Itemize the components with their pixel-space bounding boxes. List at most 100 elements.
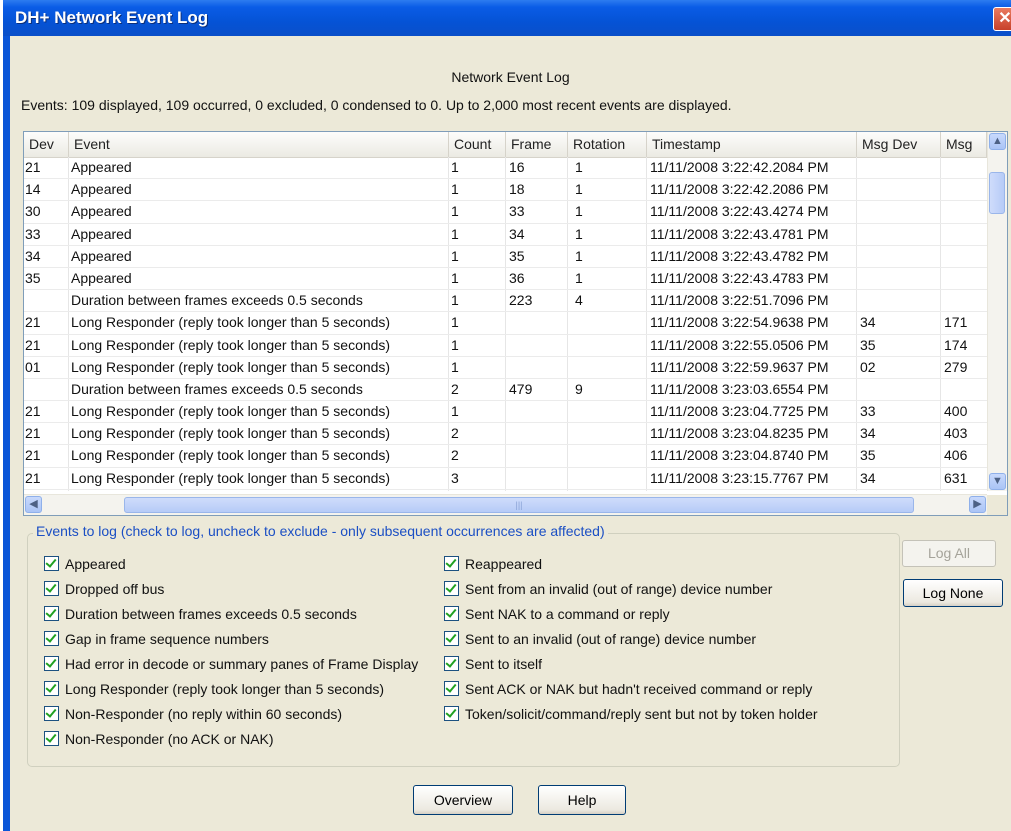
cell-timestamp: 11/11/2008 3:22:43.4783 PM xyxy=(650,269,829,286)
checkbox-sent-to-itself[interactable]: Sent to itself xyxy=(444,655,542,675)
list-body: 21 Appeared 1 16 1 11/11/2008 3:22:42.20… xyxy=(24,157,987,490)
cell-event: Long Responder (reply took longer than 5… xyxy=(71,358,391,375)
checkbox-checked-icon[interactable] xyxy=(444,706,459,721)
table-row[interactable]: 21 Long Responder (reply took longer tha… xyxy=(24,468,987,490)
column-header-msg[interactable]: Msg xyxy=(941,132,987,157)
scroll-right-button[interactable]: ▶ xyxy=(969,496,986,513)
cell-msg-dev: 35 xyxy=(860,447,876,464)
vertical-scroll-thumb[interactable] xyxy=(989,172,1005,214)
cell-frame: 33 xyxy=(509,203,525,220)
checkbox-checked-icon[interactable] xyxy=(444,681,459,696)
checkbox-token-sent-not-by-holder[interactable]: Token/solicit/command/reply sent but not… xyxy=(444,705,818,725)
cell-timestamp: 11/11/2008 3:22:51.7096 PM xyxy=(650,292,829,309)
cell-msg: 279 xyxy=(944,358,968,375)
cell-rotation: 1 xyxy=(575,225,583,242)
cell-count: 1 xyxy=(451,403,459,420)
event-list[interactable]: Dev Event Count Frame Rotation Timestamp… xyxy=(23,131,1008,516)
cell-count: 2 xyxy=(451,380,459,397)
cell-msg-dev: 34 xyxy=(860,469,876,486)
table-row[interactable]: Duration between frames exceeds 0.5 seco… xyxy=(24,290,987,313)
cell-msg: 171 xyxy=(944,314,968,331)
cell-event: Appeared xyxy=(71,247,132,264)
checkbox-non-responder-no-reply[interactable]: Non-Responder (no reply within 60 second… xyxy=(44,705,342,725)
horizontal-scrollbar[interactable]: ◀ ||| ▶ xyxy=(24,494,987,515)
checkbox-gap-in-frame-sequence[interactable]: Gap in frame sequence numbers xyxy=(44,630,269,650)
cell-event: Appeared xyxy=(71,159,132,175)
checkbox-checked-icon[interactable] xyxy=(444,556,459,571)
column-header-frame[interactable]: Frame xyxy=(506,132,568,157)
checkbox-checked-icon[interactable] xyxy=(44,656,59,671)
cell-dev: 01 xyxy=(25,358,41,375)
column-header-timestamp[interactable]: Timestamp xyxy=(647,132,857,157)
table-row[interactable]: 35 Appeared 1 36 1 11/11/2008 3:22:43.47… xyxy=(24,268,987,291)
checkbox-appeared[interactable]: Appeared xyxy=(44,555,126,575)
cell-frame: 16 xyxy=(509,159,525,175)
checkbox-dropped-off-bus[interactable]: Dropped off bus xyxy=(44,580,164,600)
cell-event: Duration between frames exceeds 0.5 seco… xyxy=(71,380,363,397)
cell-frame: 479 xyxy=(509,380,533,397)
checkbox-checked-icon[interactable] xyxy=(44,556,59,571)
table-row[interactable]: 30 Appeared 1 33 1 11/11/2008 3:22:43.42… xyxy=(24,201,987,224)
checkbox-checked-icon[interactable] xyxy=(44,731,59,746)
cell-dev: 14 xyxy=(25,181,41,198)
checkbox-checked-icon[interactable] xyxy=(44,606,59,621)
checkbox-sent-ack-or-nak[interactable]: Sent ACK or NAK but hadn't received comm… xyxy=(444,680,812,700)
close-button[interactable]: ✕ xyxy=(993,7,1011,31)
cell-timestamp: 11/11/2008 3:22:43.4274 PM xyxy=(650,203,829,220)
cell-msg-dev: 33 xyxy=(860,403,876,420)
arrow-up-icon: ▲ xyxy=(992,135,1003,147)
checkbox-sent-from-invalid-device[interactable]: Sent from an invalid (out of range) devi… xyxy=(444,580,772,600)
column-header-count[interactable]: Count xyxy=(449,132,506,157)
checkbox-checked-icon[interactable] xyxy=(444,581,459,596)
checkbox-reappeared[interactable]: Reappeared xyxy=(444,555,542,575)
column-header-dev[interactable]: Dev xyxy=(24,132,69,157)
help-button[interactable]: Help xyxy=(538,785,626,815)
cell-event: Appeared xyxy=(71,181,132,198)
table-row[interactable]: 21 Long Responder (reply took longer tha… xyxy=(24,401,987,424)
checkbox-checked-icon[interactable] xyxy=(44,631,59,646)
log-all-button[interactable]: Log All xyxy=(902,540,996,567)
column-header-event[interactable]: Event xyxy=(69,132,449,157)
checkbox-sent-to-invalid-device[interactable]: Sent to an invalid (out of range) device… xyxy=(444,630,756,650)
checkbox-sent-nak[interactable]: Sent NAK to a command or reply xyxy=(444,605,670,625)
table-row[interactable]: 14 Appeared 1 18 1 11/11/2008 3:22:42.20… xyxy=(24,179,987,202)
table-row[interactable]: 21 Long Responder (reply took longer tha… xyxy=(24,335,987,357)
scroll-left-button[interactable]: ◀ xyxy=(25,496,42,513)
table-row[interactable]: 34 Appeared 1 35 1 11/11/2008 3:22:43.47… xyxy=(24,246,987,268)
table-row[interactable]: Duration between frames exceeds 0.5 seco… xyxy=(24,379,987,402)
scroll-down-button[interactable]: ▼ xyxy=(989,473,1006,490)
checkbox-label: Non-Responder (no reply within 60 second… xyxy=(65,706,343,722)
overview-button[interactable]: Overview xyxy=(413,785,513,815)
scroll-up-button[interactable]: ▲ xyxy=(989,133,1006,150)
checkbox-checked-icon[interactable] xyxy=(444,606,459,621)
table-row[interactable]: 21 Long Responder (reply took longer tha… xyxy=(24,445,987,468)
cell-count: 1 xyxy=(451,269,459,286)
table-row[interactable]: 21 Appeared 1 16 1 11/11/2008 3:22:42.20… xyxy=(24,157,987,180)
cell-msg-dev: 02 xyxy=(860,358,876,375)
table-row[interactable]: 01 Long Responder (reply took longer tha… xyxy=(24,357,987,379)
log-none-button[interactable]: Log None xyxy=(903,579,1003,607)
checkbox-checked-icon[interactable] xyxy=(44,681,59,696)
checkbox-had-error-in-decode[interactable]: Had error in decode or summary panes of … xyxy=(44,655,418,675)
checkbox-non-responder-no-ack[interactable]: Non-Responder (no ACK or NAK) xyxy=(44,730,274,750)
cell-dev: 21 xyxy=(25,447,41,464)
cell-rotation: 1 xyxy=(575,181,583,198)
cell-timestamp: 11/11/2008 3:23:04.8235 PM xyxy=(650,425,829,442)
checkbox-checked-icon[interactable] xyxy=(444,656,459,671)
table-row[interactable]: 21 Long Responder (reply took longer tha… xyxy=(24,312,987,335)
checkbox-checked-icon[interactable] xyxy=(44,581,59,596)
checkbox-duration-between-frames[interactable]: Duration between frames exceeds 0.5 seco… xyxy=(44,605,357,625)
cell-timestamp: 11/11/2008 3:22:43.4782 PM xyxy=(650,247,829,264)
horizontal-scroll-thumb[interactable]: ||| xyxy=(124,497,914,513)
checkbox-long-responder[interactable]: Long Responder (reply took longer than 5… xyxy=(44,680,384,700)
checkbox-checked-icon[interactable] xyxy=(44,706,59,721)
checkbox-checked-icon[interactable] xyxy=(444,631,459,646)
column-header-msg-dev[interactable]: Msg Dev xyxy=(857,132,941,157)
vertical-scrollbar[interactable]: ▲ ▼ xyxy=(987,132,1007,491)
table-row[interactable]: 21 Long Responder (reply took longer tha… xyxy=(24,423,987,446)
cell-frame: 36 xyxy=(509,269,525,286)
table-row[interactable]: 33 Appeared 1 34 1 11/11/2008 3:22:43.47… xyxy=(24,224,987,246)
cell-count: 3 xyxy=(451,469,459,486)
column-header-rotation[interactable]: Rotation xyxy=(568,132,647,157)
title-bar[interactable]: DH+ Network Event Log ✕ xyxy=(3,0,1011,36)
